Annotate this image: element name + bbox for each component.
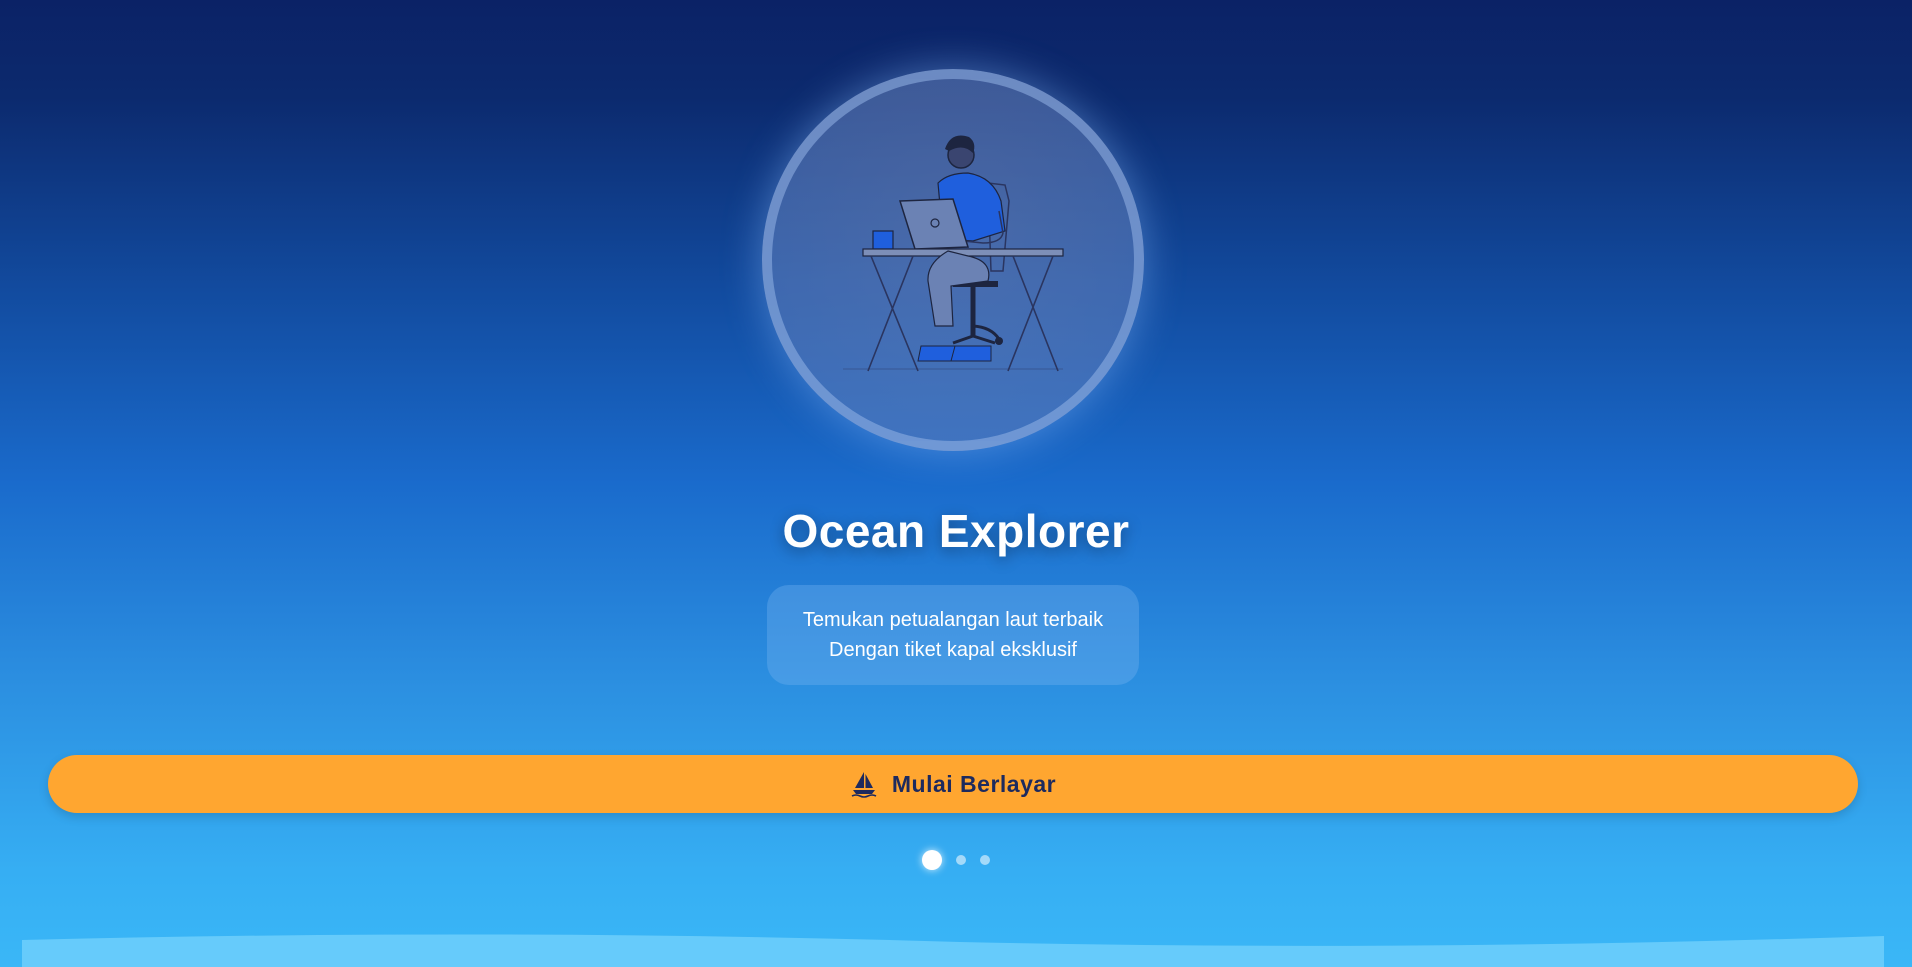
bottom-wave-decoration [22, 934, 1884, 967]
pagination-dot-2[interactable] [956, 855, 966, 865]
tagline-line-2: Dengan tiket kapal eksklusif [829, 639, 1077, 661]
sailboat-icon [851, 772, 877, 798]
tagline-line-1: Temukan petualangan laut terbaik [802, 609, 1104, 631]
carousel-pagination [0, 850, 1912, 870]
tagline-box: Temukan petualangan laut terbaik Dengan … [767, 585, 1139, 685]
app-title: Ocean Explorer [782, 505, 1130, 557]
hero-illustration-circle [762, 69, 1144, 451]
pagination-dot-1[interactable] [922, 850, 942, 870]
start-sailing-label: Mulai Berlayar [891, 770, 1057, 797]
person-at-desk-illustration [843, 135, 1064, 372]
start-sailing-button[interactable]: Mulai Berlayar [48, 755, 1858, 813]
pagination-dot-3[interactable] [980, 855, 990, 865]
